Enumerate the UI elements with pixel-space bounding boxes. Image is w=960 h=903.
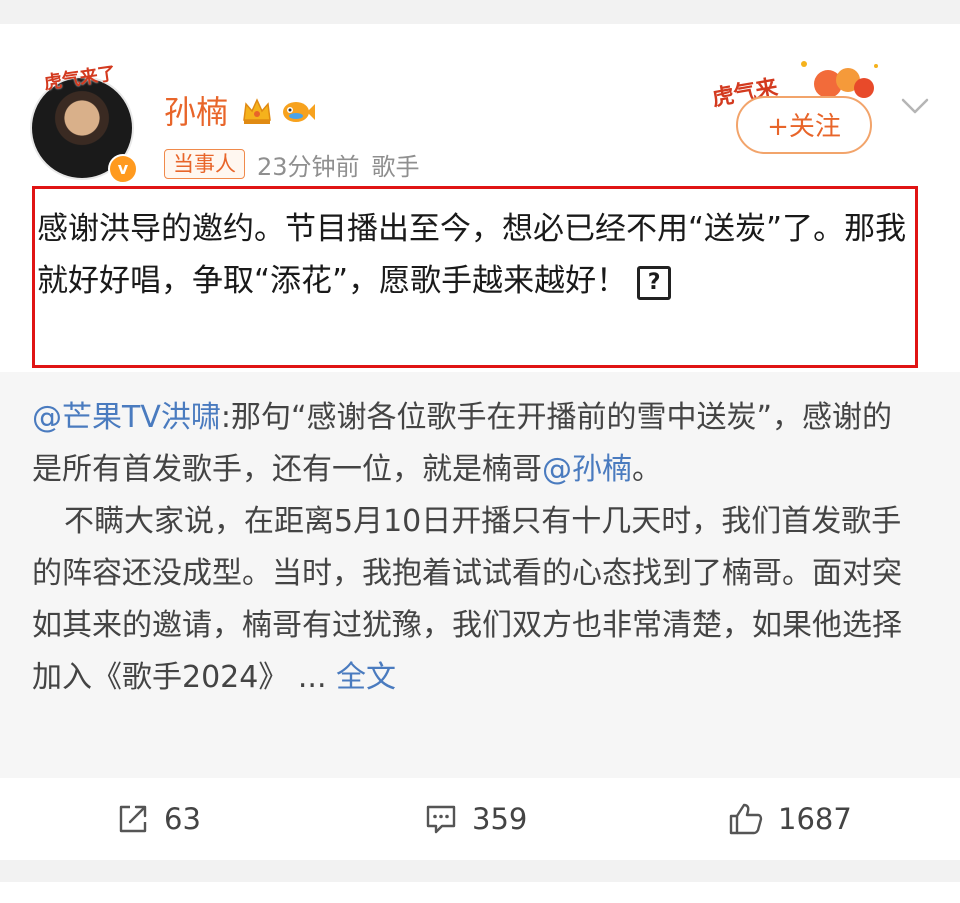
repost-text-part: 。	[632, 452, 662, 487]
avatar[interactable]: 虎气来了 v	[30, 62, 138, 184]
repost-paragraph: 不瞒大家说，在距离5月10日开播只有十几天时，我们首发歌手的阵容还没成型。当时，…	[32, 504, 902, 695]
mention-link[interactable]: @孙楠	[542, 452, 632, 487]
chevron-down-icon[interactable]	[900, 94, 930, 118]
follow-button[interactable]: +关注	[736, 96, 872, 154]
post-body: 感谢洪导的邀约。节目播出至今，想必已经不用“送炭”了。那我就好好唱，争取“添花”…	[32, 186, 918, 368]
action-bar: 63 359 1687	[0, 794, 960, 844]
repost-icon	[119, 805, 147, 833]
reposted-content[interactable]: @芒果TV洪啸:那句“感谢各位歌手在开播前的雪中送炭”，感谢的是所有首发歌手，还…	[0, 372, 960, 778]
fish-badge-icon	[283, 102, 315, 122]
comment-icon	[426, 805, 456, 834]
post-body-text: 感谢洪导的邀约。节目播出至今，想必已经不用“送炭”了。那我就好好唱，争取“添花”…	[37, 211, 907, 299]
mention-link[interactable]: @芒果TV洪啸	[32, 400, 221, 435]
next-post-card	[0, 882, 960, 903]
author-name[interactable]: 孙楠	[164, 90, 228, 134]
post-time: 23分钟前	[257, 152, 360, 181]
comment-button[interactable]: 359	[424, 794, 527, 844]
full-text-link[interactable]: 全文	[336, 660, 396, 695]
repost-count: 63	[164, 802, 201, 836]
like-button[interactable]: 1687	[728, 794, 852, 844]
crown-icon	[243, 98, 271, 124]
comment-count: 359	[472, 802, 528, 836]
emoji-placeholder-icon: ?	[637, 265, 672, 300]
like-count: 1687	[778, 802, 852, 836]
thumbs-up-icon	[729, 803, 763, 835]
weibo-post-card: 虎气来了 v 孙楠 当事人 23分钟前 歌手 虎气来 +关注 感谢洪导的邀约。节…	[0, 24, 960, 860]
repost-button[interactable]: 63	[116, 794, 201, 844]
post-meta: 当事人 23分钟前 歌手	[164, 146, 420, 182]
repost-text: @芒果TV洪啸:那句“感谢各位歌手在开播前的雪中送炭”，感谢的是所有首发歌手，还…	[32, 392, 912, 704]
verified-badge-icon: v	[108, 154, 138, 184]
author-identity: 歌手	[371, 152, 420, 181]
party-tag: 当事人	[164, 149, 245, 179]
